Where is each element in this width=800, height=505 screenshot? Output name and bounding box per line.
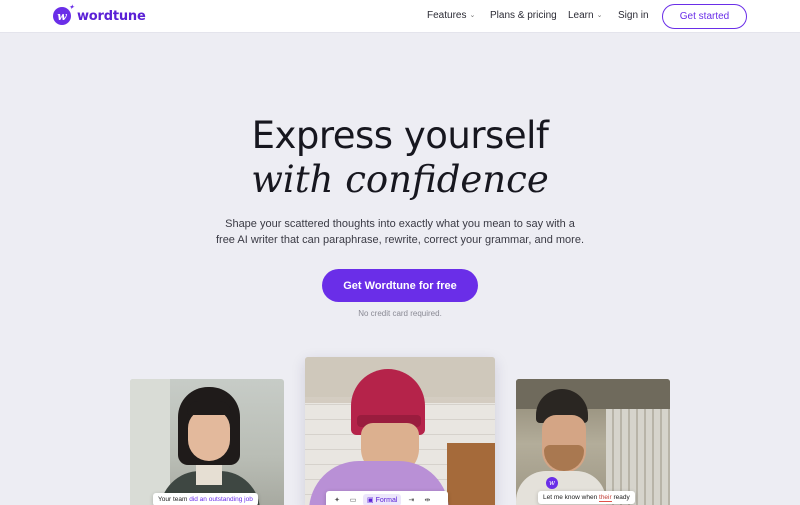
expand-icon[interactable]: ⇹ <box>421 494 433 505</box>
nav-features[interactable]: Features ⌄ <box>427 10 475 21</box>
suggestion-chip: Your team did an outstanding job <box>153 493 258 505</box>
nav-features-label: Features <box>427 10 467 21</box>
chip-error-word[interactable]: their <box>599 494 612 502</box>
hero-title-line1: Express yourself <box>251 114 549 157</box>
folder-icon[interactable]: ▭ <box>347 494 359 505</box>
chip-text-after: ready <box>611 494 630 501</box>
nav-plans-pricing[interactable]: Plans & pricing <box>490 10 557 21</box>
sparkle-icon[interactable]: ✦ <box>331 494 343 505</box>
chevron-down-icon: ⌄ <box>596 11 603 19</box>
briefcase-icon: ▣ <box>367 497 374 504</box>
format-formal-button[interactable]: ▣ Formal <box>363 494 402 505</box>
photo-man-beanie <box>516 379 670 505</box>
photo-person-beanie <box>305 357 495 505</box>
shorten-icon[interactable]: ⇥ <box>405 494 417 505</box>
chip-text-before: Let me know when <box>543 494 600 501</box>
rewrite-toolbar: ✦ ▭ ▣ Formal ⇥ ⇹ <box>326 491 448 505</box>
chip-highlight: did an outstanding job <box>189 496 253 503</box>
nav-plans-label: Plans & pricing <box>490 10 557 21</box>
logo-text: wordtune <box>77 8 146 24</box>
hero-title-line2: with confidence <box>251 158 549 201</box>
hero-subtitle-line1: Shape your scattered thoughts into exact… <box>225 218 575 230</box>
chip-text: Your team <box>158 496 190 503</box>
top-nav: w ✦ wordtune Features ⌄ Plans & pricing L… <box>0 0 800 33</box>
no-credit-card-note: No credit card required. <box>358 309 442 318</box>
nav-learn[interactable]: Learn ⌄ <box>568 10 602 21</box>
hero-subtitle: Shape your scattered thoughts into exact… <box>0 216 800 248</box>
hero-subtitle-line2: free AI writer that can paraphrase, rewr… <box>215 234 585 246</box>
wordtune-logo-icon: w ✦ <box>53 4 74 25</box>
get-wordtune-free-button[interactable]: Get Wordtune for free <box>322 269 478 302</box>
nav-sign-in-label: Sign in <box>618 10 649 21</box>
grammar-chip: Let me know when their ready <box>538 491 635 504</box>
chevron-down-icon: ⌄ <box>469 11 476 19</box>
logo[interactable]: w ✦ wordtune <box>53 4 146 25</box>
photo-woman-smiling <box>130 379 284 505</box>
nav-sign-in[interactable]: Sign in <box>618 10 649 21</box>
get-started-button[interactable]: Get started <box>662 4 747 29</box>
nav-learn-label: Learn <box>568 10 594 21</box>
format-label: Formal <box>375 496 398 504</box>
wordtune-mini-icon: w <box>546 477 558 489</box>
